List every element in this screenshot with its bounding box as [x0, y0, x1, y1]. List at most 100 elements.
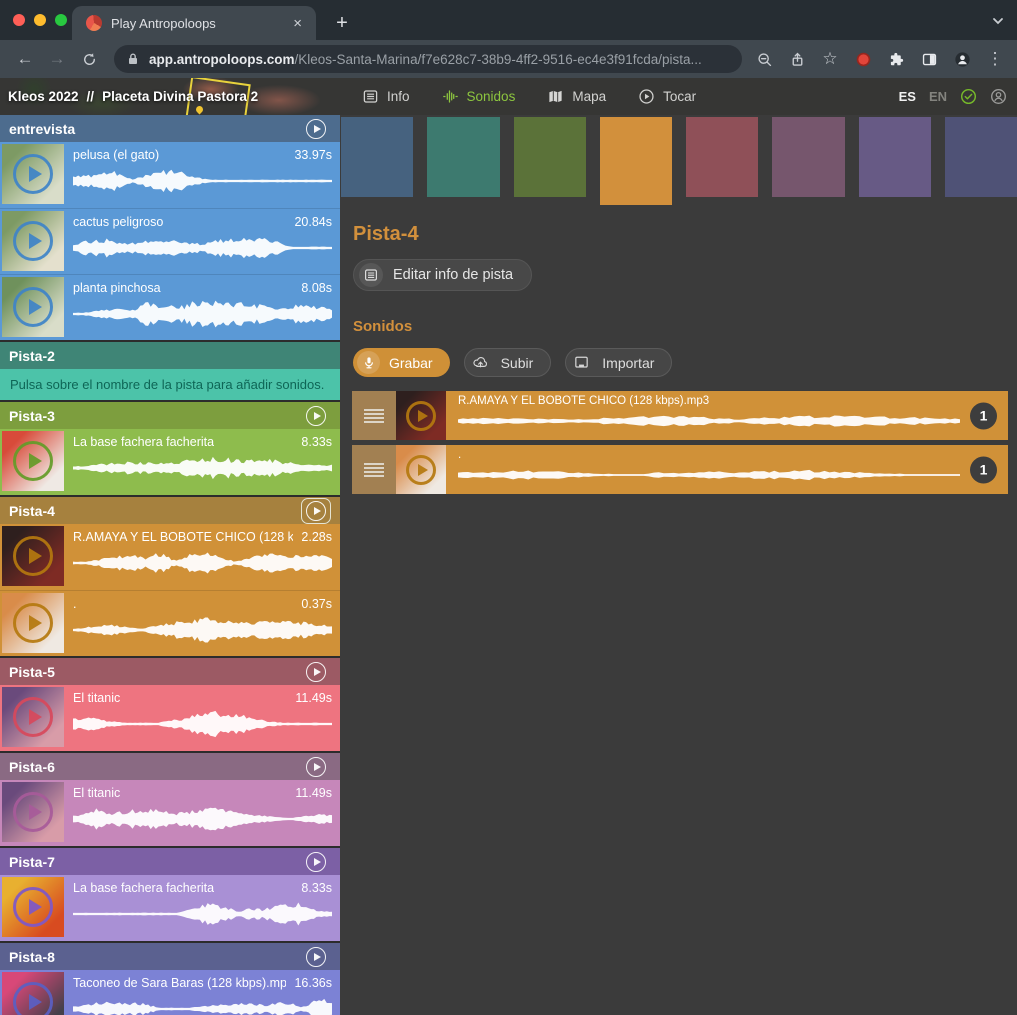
play-overlay-icon[interactable]: [406, 401, 436, 431]
sound-thumbnail[interactable]: [2, 972, 64, 1015]
nav-tab-sonidos[interactable]: Sonidos: [442, 88, 516, 105]
sound-thumbnail[interactable]: [2, 277, 64, 337]
track-swatch-8[interactable]: [945, 117, 1017, 197]
lang-es-button[interactable]: ES: [899, 89, 916, 104]
sidebar-sound-row[interactable]: cactus peligroso20.84s: [0, 208, 340, 274]
sidebar-sound-row[interactable]: .0.37s: [0, 590, 340, 656]
browser-menu-icon[interactable]: ⋮: [981, 44, 1009, 74]
play-overlay-icon[interactable]: [13, 697, 53, 737]
sidebar-sound-row[interactable]: planta pinchosa8.08s: [0, 274, 340, 340]
session-check-icon[interactable]: [960, 88, 977, 105]
track-swatch-6[interactable]: [772, 117, 844, 197]
sound-thumbnail[interactable]: [396, 445, 446, 494]
sound-thumbnail[interactable]: [2, 144, 64, 204]
track-header[interactable]: Pista-6: [0, 753, 340, 780]
sound-row-body: planta pinchosa8.08s: [64, 277, 334, 338]
account-icon[interactable]: [990, 88, 1007, 105]
track-swatch-3[interactable]: [514, 117, 586, 197]
play-overlay-icon[interactable]: [13, 792, 53, 832]
sound-title: .: [73, 597, 76, 611]
track-swatch-7[interactable]: [859, 117, 931, 197]
drag-handle[interactable]: [352, 391, 396, 440]
track-header[interactable]: Pista-5: [0, 658, 340, 685]
track-sound-row[interactable]: .1: [352, 445, 1008, 494]
sound-row-body: La base fachera facherita8.33s: [64, 431, 334, 493]
sidebar-sound-row[interactable]: El titanic11.49s: [0, 685, 340, 751]
play-overlay-icon[interactable]: [13, 603, 53, 643]
play-icon: [306, 662, 326, 682]
play-overlay-icon[interactable]: [13, 536, 53, 576]
play-overlay-icon[interactable]: [13, 982, 53, 1015]
back-button[interactable]: ←: [10, 44, 40, 74]
nav-tab-tocar[interactable]: Tocar: [638, 88, 696, 105]
track-play-button[interactable]: [301, 659, 331, 685]
track-hint: Pulsa sobre el nombre de la pista para a…: [0, 369, 340, 400]
play-overlay-icon[interactable]: [406, 455, 436, 485]
record-button[interactable]: Grabar: [353, 348, 450, 377]
upload-button[interactable]: Subir: [464, 348, 552, 377]
side-panel-icon[interactable]: [915, 44, 943, 74]
edit-track-info-button[interactable]: Editar info de pista: [353, 259, 532, 291]
new-tab-button[interactable]: +: [328, 9, 356, 37]
track-header[interactable]: Pista-3: [0, 402, 340, 429]
zoom-out-icon[interactable]: [750, 44, 778, 74]
sound-thumbnail[interactable]: [2, 687, 64, 747]
share-icon[interactable]: [783, 44, 811, 74]
address-bar[interactable]: app.antropoloops.com/Kleos-Santa-Marina/…: [114, 45, 742, 73]
track-header[interactable]: Pista-4: [0, 497, 340, 524]
sidebar-sound-row[interactable]: Taconeo de Sara Baras (128 kbps).mp316.3…: [0, 970, 340, 1015]
sound-count-badge: 1: [970, 456, 997, 483]
track-header[interactable]: entrevista: [0, 115, 340, 142]
sidebar-sound-row[interactable]: El titanic11.49s: [0, 780, 340, 846]
track-swatch-5[interactable]: [686, 117, 758, 197]
sidebar-sound-row[interactable]: R.AMAYA Y EL BOBOTE CHICO (128 kbps)....…: [0, 524, 340, 590]
sidebar-sound-row[interactable]: La base fachera facherita8.33s: [0, 429, 340, 495]
sound-thumbnail[interactable]: [2, 211, 64, 271]
record-extension-icon[interactable]: [849, 44, 877, 74]
fullscreen-window-button[interactable]: [55, 14, 67, 26]
sound-thumbnail[interactable]: [396, 391, 446, 440]
drag-handle[interactable]: [352, 445, 396, 494]
bookmark-star-icon[interactable]: ☆: [816, 44, 844, 74]
profile-avatar[interactable]: [948, 44, 976, 74]
sidebar-sound-row[interactable]: pelusa (el gato)33.97s: [0, 142, 340, 208]
play-overlay-icon[interactable]: [13, 887, 53, 927]
track-play-button[interactable]: [301, 403, 331, 429]
track-swatch-4[interactable]: [600, 117, 672, 205]
reload-button[interactable]: [74, 44, 104, 74]
track-play-button[interactable]: [301, 116, 331, 142]
track-play-button[interactable]: [301, 849, 331, 875]
nav-label: Info: [387, 89, 410, 104]
extensions-puzzle-icon[interactable]: [882, 44, 910, 74]
tab-search-chevron-icon[interactable]: [989, 12, 1007, 30]
tab-close-icon[interactable]: ×: [289, 14, 306, 33]
play-overlay-icon[interactable]: [13, 287, 53, 327]
sound-thumbnail[interactable]: [2, 526, 64, 586]
play-overlay-icon[interactable]: [13, 221, 53, 261]
close-window-button[interactable]: [13, 14, 25, 26]
track-play-button[interactable]: [301, 944, 331, 970]
nav-tab-info[interactable]: Info: [362, 88, 410, 105]
minimize-window-button[interactable]: [34, 14, 46, 26]
nav-tab-mapa[interactable]: Mapa: [547, 88, 606, 105]
play-overlay-icon[interactable]: [13, 441, 53, 481]
browser-tab[interactable]: Play Antropoloops ×: [72, 6, 316, 40]
track-header[interactable]: Pista-7: [0, 848, 340, 875]
track-swatch-1[interactable]: [341, 117, 413, 197]
play-overlay-icon[interactable]: [13, 154, 53, 194]
sound-thumbnail[interactable]: [2, 877, 64, 937]
sound-thumbnail[interactable]: [2, 593, 64, 653]
sound-thumbnail[interactable]: [2, 431, 64, 491]
lang-en-button[interactable]: EN: [929, 89, 947, 104]
track-sound-row[interactable]: R.AMAYA Y EL BOBOTE CHICO (128 kbps).mp3…: [352, 391, 1008, 440]
track-header[interactable]: Pista-2: [0, 342, 340, 369]
sidebar-sound-row[interactable]: La base fachera facherita8.33s: [0, 875, 340, 941]
traffic-lights: [13, 14, 67, 26]
track-play-button[interactable]: [301, 498, 331, 524]
forward-button[interactable]: →: [42, 44, 72, 74]
track-play-button[interactable]: [301, 754, 331, 780]
track-swatch-2[interactable]: [427, 117, 499, 197]
track-header[interactable]: Pista-8: [0, 943, 340, 970]
import-button[interactable]: Importar: [565, 348, 672, 377]
sound-thumbnail[interactable]: [2, 782, 64, 842]
